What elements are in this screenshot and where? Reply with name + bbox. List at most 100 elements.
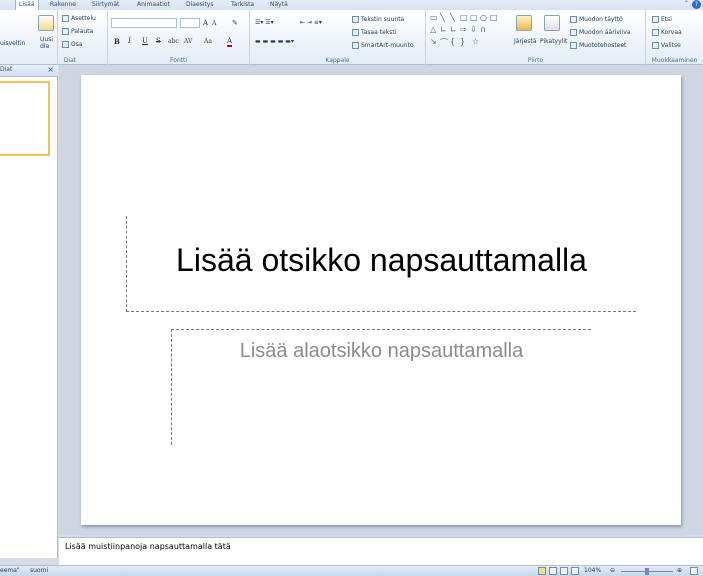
line-shape-icon[interactable]: ╲ [440,13,445,22]
elbow-shape-icon[interactable]: ∟ [450,25,457,34]
fit-to-window-icon[interactable] [690,567,698,575]
tab-animations[interactable]: Animaatiot [137,1,170,8]
rectangle-shape-icon[interactable]: □ [460,13,468,22]
tab-slideshow[interactable]: Diaesitys [186,1,213,8]
notes-placeholder: Lisää muistiinpanoja napsauttamalla tätä [65,542,231,551]
char-spacing-button[interactable]: AV [184,38,192,45]
new-slide-button[interactable]: Uusi [40,36,53,43]
bracket-shape-icon[interactable]: { [450,37,455,46]
text-direction-label: Tekstin suunta [361,16,405,23]
zoom-level[interactable]: 104% [584,567,601,574]
star-shape-icon[interactable]: ☆ [472,37,479,46]
select-label: Valitse [661,42,681,49]
group-font: A A ✎ B I U S abc AV Aa A Fontti [108,10,250,65]
rounded-rect-shape-icon[interactable]: ▢ [470,13,478,22]
shape-outline-button[interactable]: Muodon ääriviiva [570,29,630,36]
slides-panel-tab[interactable]: Diat [0,66,12,73]
new-slide-icon[interactable] [38,15,54,31]
arrange-icon[interactable] [516,15,532,31]
shadow-button[interactable]: abc [168,38,179,45]
slide: Lisää otsikko napsauttamalla Lisää alaot… [81,75,681,525]
group-label-font: Fontti [169,57,188,64]
shape-fill-button[interactable]: Muodon täyttö [570,16,623,23]
shrink-font-button[interactable]: A [212,20,216,27]
title-placeholder[interactable]: Lisää otsikko napsauttamalla [126,216,636,312]
notes-pane[interactable]: Lisää muistiinpanoja napsauttamalla tätä [59,537,703,565]
shape-effects-button[interactable]: Muototehosteet [570,42,626,49]
slides-panel-header: Diat × [0,65,58,77]
clipboard-cut-label[interactable]: uisveltin [0,40,25,47]
font-size-field[interactable] [180,18,200,28]
group-paragraph: ☰▾ ☰▾ ⇤ ⇥ ≡▾ ▬ ▬ ▬ ▬ ▬▾ Tekstin suunta T… [250,10,426,65]
bracket-shape-icon[interactable]: } [460,37,465,46]
triangle-shape-icon[interactable]: △ [430,25,436,34]
arrow-shape-icon[interactable]: ↘ [430,37,437,46]
outline-icon [570,29,577,36]
help-icon[interactable]: ? [692,0,701,9]
tab-design[interactable]: Rakenne [50,1,76,8]
slide-thumbnail[interactable] [0,81,50,156]
change-case-button[interactable]: Aa [204,38,212,45]
replace-icon [652,29,659,36]
bullets-icon[interactable]: ☰▾ ☰▾ [255,19,274,26]
title-placeholder-text: Lisää otsikko napsauttamalla [176,242,587,278]
clear-format-icon[interactable]: ✎ [232,19,238,27]
status-bar: eema" suomi 104% ⊖ ⊕ [0,565,703,576]
effects-icon [570,42,577,49]
align-text-button[interactable]: Tasaa teksti [352,29,396,36]
font-color-button[interactable]: A [227,37,233,47]
rectangle-shape-icon[interactable]: □ [490,13,498,22]
curve-shape-icon[interactable]: ∩ [480,25,486,34]
select-button[interactable]: Valitse [652,42,681,49]
zoom-in-icon[interactable]: ⊕ [677,567,682,574]
underline-button[interactable]: U [142,37,148,45]
reading-view-icon[interactable] [560,567,568,575]
elbow-shape-icon[interactable]: ∟ [440,25,447,34]
font-family-field[interactable] [111,18,177,28]
curve-shape-icon[interactable]: ⌒ [440,37,448,48]
grow-font-button[interactable]: A [203,19,208,27]
zoom-out-icon[interactable]: ⊖ [610,567,615,574]
align-text-label: Tasaa teksti [361,29,397,36]
quick-styles-icon[interactable] [544,15,560,31]
line-shape-icon[interactable]: ╲ [450,13,455,22]
align-icons[interactable]: ▬ ▬ ▬ ▬ ▬▾ [255,38,294,45]
indent-icon[interactable]: ⇤ ⇥ ≡▾ [300,19,322,26]
group-slides: uisveltin Uusi dia Asettelu Palauta Osa … [0,10,96,65]
tab-insert[interactable]: Lisää [15,0,39,10]
new-slide-button-line2[interactable]: dia [40,43,49,50]
shapes-gallery[interactable]: ▭ ╲ ╲ □ ▢ ○ □ △ ∟ ∟ ⇨ ⇩ ∩ ↘ ⌒ { } ☆ [430,13,505,51]
arrange-button[interactable]: Järjestä [514,38,536,45]
text-direction-button[interactable]: Tekstin suunta [352,16,404,23]
subtitle-placeholder[interactable]: Lisää alaotsikko napsauttamalla [171,329,591,445]
slide-sorter-view-icon[interactable] [549,567,557,575]
tab-view[interactable]: Näytä [270,1,288,8]
italic-button[interactable]: I [128,37,131,45]
textbox-shape-icon[interactable]: ▭ [430,13,438,22]
shape-effects-label: Muototehosteet [579,42,627,49]
quick-styles-button[interactable]: Pikatyylit [540,38,567,45]
arrow-shape-icon[interactable]: ⇨ [460,25,467,34]
bold-button[interactable]: B [114,37,120,46]
cursor-icon [652,42,659,49]
minimize-ribbon-icon[interactable]: ⌃ [684,0,689,7]
language-indicator[interactable]: suomi [30,567,48,574]
binoculars-icon [652,16,659,23]
smartart-button[interactable]: SmartArt-muunto [352,42,414,49]
tab-review[interactable]: Tarkista [231,1,254,8]
arrow-shape-icon[interactable]: ⇩ [470,25,477,34]
oval-shape-icon[interactable]: ○ [480,13,487,22]
tab-transitions[interactable]: Siirtymät [92,1,119,8]
close-icon[interactable]: × [47,65,54,74]
theme-name: eema" [0,567,20,574]
group-label-drawing: Piirto [527,57,544,64]
normal-view-icon[interactable] [538,567,546,575]
replace-label: Korvaa [661,29,682,36]
zoom-slider-thumb[interactable] [645,568,649,575]
find-button[interactable]: Etsi [652,16,672,23]
ribbon-tab-bar: Lisää Rakenne Siirtymät Animaatiot Diaes… [0,0,703,10]
strikethrough-button[interactable]: S [156,37,161,45]
replace-button[interactable]: Korvaa [652,29,682,36]
ribbon: uisveltin Uusi dia Asettelu Palauta Osa … [0,10,703,65]
slideshow-view-icon[interactable] [571,567,579,575]
